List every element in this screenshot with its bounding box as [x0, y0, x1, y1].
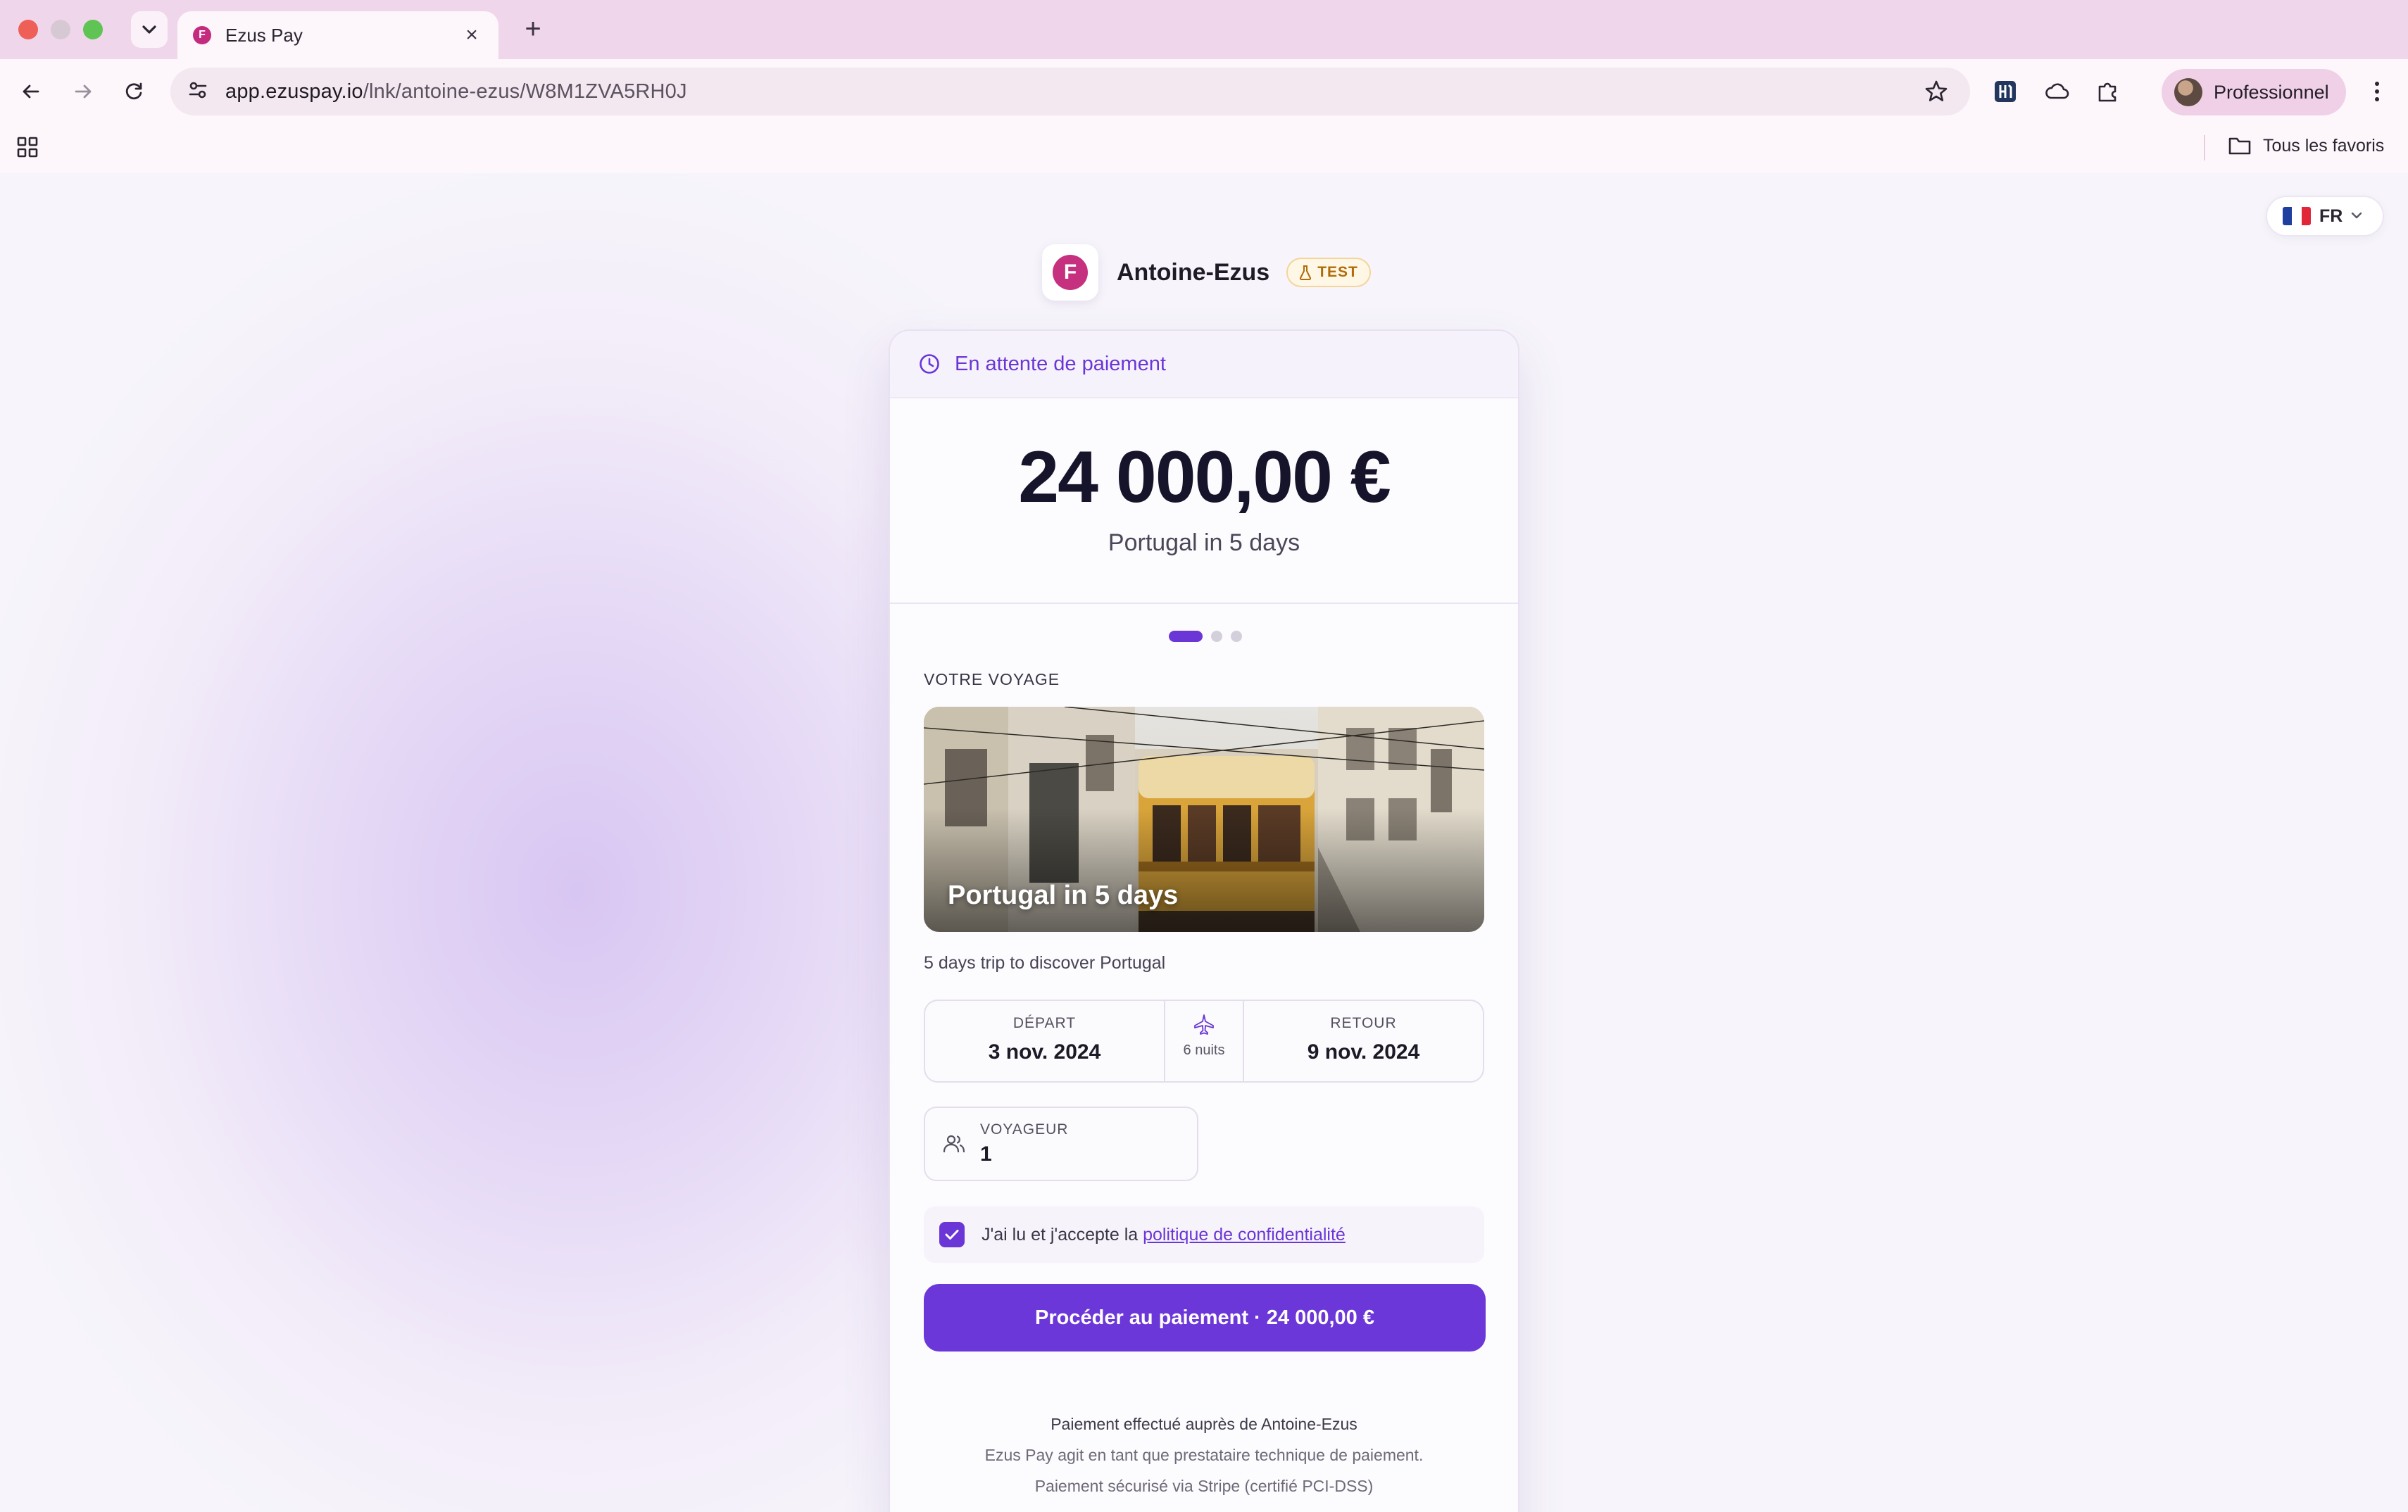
payment-status-text: En attente de paiement [955, 352, 1166, 375]
flag-band [2301, 207, 2311, 225]
folder-icon [2228, 137, 2251, 155]
apps-grid-icon[interactable] [15, 135, 39, 163]
language-selector[interactable]: FR [2266, 196, 2384, 237]
step-indicator [890, 629, 1518, 643]
favicon-icon: F [193, 26, 211, 44]
flag-band [2292, 207, 2302, 225]
step-dot [1231, 631, 1242, 642]
cloud-icon[interactable] [2040, 75, 2074, 108]
return-date: 9 nov. 2024 [1307, 1040, 1420, 1064]
proceed-to-payment-button[interactable]: Procéder au paiement · 24 000,00 € [924, 1284, 1486, 1352]
departure-label: DÉPART [1012, 1015, 1077, 1031]
tab-strip: F Ezus Pay × + [0, 0, 2408, 59]
merchant-logo-mark: F [1053, 255, 1088, 290]
trip-cover-image: Portugal in 5 days [924, 707, 1484, 932]
bookmarks-folder[interactable]: Tous les favoris [2228, 135, 2384, 156]
departure-block: DÉPART 3 nov. 2024 [925, 1001, 1164, 1081]
nights-count: 6 nuits [1183, 1042, 1225, 1058]
step-dot-active [1169, 631, 1203, 642]
payment-card: En attente de paiement 24 000,00 € Portu… [889, 329, 1519, 1512]
airplane-icon [1194, 1014, 1214, 1035]
url-text: app.ezuspay.io/lnk/antoine-ezus/W8M1ZVA5… [225, 80, 687, 103]
check-icon [945, 1230, 959, 1240]
bookmarks-bar: Tous les favoris [0, 124, 2408, 173]
kebab-menu-icon[interactable] [2360, 75, 2394, 108]
minimize-window-button[interactable] [51, 20, 70, 39]
traveler-value: 1 [980, 1142, 992, 1166]
profile-button[interactable]: Professionnel [2162, 69, 2346, 115]
close-icon[interactable]: × [460, 23, 483, 47]
footer-merchant-line: Paiement effectué auprès de Antoine-Ezus [1051, 1415, 1357, 1433]
privacy-consent: J'ai lu et j'accepte la politique de con… [924, 1207, 1484, 1263]
bookmarks-folder-label: Tous les favoris [2263, 135, 2385, 156]
departure-date: 3 nov. 2024 [988, 1040, 1101, 1064]
french-flag-icon [2283, 207, 2311, 225]
puzzle-icon[interactable] [2091, 75, 2125, 108]
address-bar[interactable]: app.ezuspay.io/lnk/antoine-ezus/W8M1ZVA5… [170, 68, 1970, 115]
tab-title: Ezus Pay [225, 24, 303, 46]
merchant-name: Antoine-Ezus [1117, 258, 1270, 286]
tab-search-icon[interactable] [131, 11, 168, 48]
test-badge-label: TEST [1317, 264, 1358, 280]
trip-description: 5 days trip to discover Portugal [924, 953, 1166, 973]
consent-text: J'ai lu et j'accepte la politique de con… [982, 1224, 1346, 1245]
extension-icon[interactable] [1988, 75, 2022, 108]
browser-chrome: F Ezus Pay × + app.ezuspay.io/lnk/antoin… [0, 0, 2408, 173]
plus-icon[interactable]: + [518, 14, 548, 44]
step-dot [1211, 631, 1222, 642]
return-block: RETOUR 9 nov. 2024 [1244, 1001, 1483, 1081]
traveler-count-field[interactable]: VOYAGEUR 1 [924, 1107, 1198, 1181]
trip-title: Portugal in 5 days [948, 881, 1179, 910]
privacy-policy-link[interactable]: politique de confidentialité [1143, 1225, 1346, 1245]
merchant-logo: F [1042, 244, 1098, 301]
merchant-header: F Antoine-Ezus TEST [1042, 244, 1371, 301]
users-icon [943, 1135, 965, 1153]
browser-toolbar: app.ezuspay.io/lnk/antoine-ezus/W8M1ZVA5… [0, 59, 2408, 124]
amount-block: 24 000,00 € Portugal in 5 days [890, 398, 1518, 604]
test-mode-badge: TEST [1286, 258, 1371, 287]
avatar [2174, 78, 2202, 106]
payment-amount: 24 000,00 € [1018, 436, 1391, 518]
profile-label: Professionnel [2214, 81, 2329, 103]
section-label: VOTRE VOYAGE [924, 670, 1060, 688]
star-icon[interactable] [1922, 77, 1950, 109]
language-code: FR [2319, 206, 2343, 226]
trip-dates: DÉPART 3 nov. 2024 6 nuits RETOUR 9 nov.… [924, 1000, 1484, 1083]
back-icon[interactable] [14, 75, 48, 108]
duration-block: 6 nuits [1164, 1001, 1244, 1081]
forward-icon[interactable] [66, 75, 100, 108]
flask-icon [1300, 265, 1312, 280]
bookmarks-divider [2204, 135, 2205, 160]
reload-icon[interactable] [117, 75, 151, 108]
payment-subtitle: Portugal in 5 days [1108, 529, 1300, 556]
clock-icon [920, 354, 939, 374]
chevron-down-icon [2351, 210, 2362, 222]
flag-band [2283, 207, 2293, 225]
footer-provider-line: Ezus Pay agit en tant que prestataire te… [984, 1446, 1424, 1464]
payment-page: FR F Antoine-Ezus TEST En attente de pai… [0, 173, 2408, 1512]
maximize-window-button[interactable] [83, 20, 103, 39]
browser-tab[interactable]: F Ezus Pay × [177, 11, 498, 59]
payment-status-bar: En attente de paiement [890, 331, 1518, 398]
close-window-button[interactable] [18, 20, 38, 39]
consent-checkbox[interactable] [939, 1222, 965, 1247]
traveler-label: VOYAGEUR [980, 1121, 1069, 1138]
footer-security-line: Paiement sécurisé via Stripe (certifié P… [1034, 1477, 1374, 1495]
return-label: RETOUR [1330, 1015, 1397, 1031]
site-info-icon[interactable] [187, 80, 208, 104]
